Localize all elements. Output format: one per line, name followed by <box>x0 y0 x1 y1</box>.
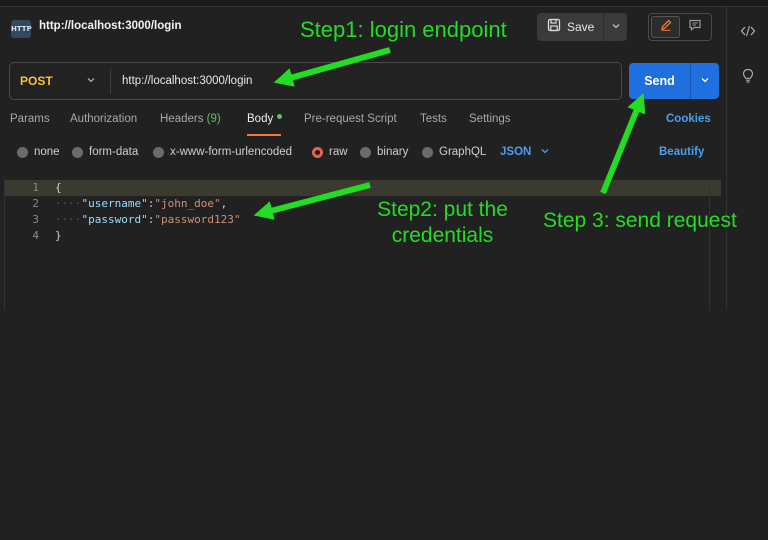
line-number: 2 <box>32 197 39 210</box>
headers-count: (9) <box>206 113 221 125</box>
tab-body[interactable]: Body <box>247 113 283 135</box>
view-mode-toggle <box>648 13 712 41</box>
floppy-disk-icon <box>547 18 561 37</box>
editor-scrollbar[interactable] <box>709 178 710 310</box>
annotation-step3: Step 3: send request <box>543 209 737 232</box>
cookies-link[interactable]: Cookies <box>666 113 711 125</box>
tab-params[interactable]: Params <box>10 113 50 135</box>
line-number: 1 <box>32 181 39 194</box>
code-icon[interactable] <box>727 25 768 40</box>
code-text: { <box>55 181 62 194</box>
tab-pre-request-script[interactable]: Pre-request Script <box>304 113 397 135</box>
comment-mode-button[interactable] <box>680 16 709 38</box>
request-tabs: Params Authorization Headers (9) Body Pr… <box>0 113 726 137</box>
radio-label: binary <box>377 146 409 158</box>
line-number: 3 <box>32 213 39 226</box>
save-label: Save <box>567 20 595 34</box>
radio-raw[interactable]: raw <box>312 146 348 158</box>
send-button[interactable]: Send <box>629 63 691 99</box>
radio-circle <box>422 146 433 158</box>
radio-label: form-data <box>89 146 139 158</box>
tab-headers[interactable]: Headers (9) <box>160 113 221 135</box>
radio-graphql[interactable]: GraphQL <box>422 146 486 158</box>
body-mode-radio-group: none form-data x-www-form-urlencoded raw… <box>0 146 726 166</box>
chevron-down-icon[interactable] <box>604 21 627 34</box>
url-divider <box>110 69 111 94</box>
code-line: 1 { <box>5 180 721 196</box>
code-text: ····"username":"john_doe", <box>55 197 228 210</box>
radio-circle-checked <box>312 146 323 158</box>
url-input[interactable] <box>122 72 602 90</box>
save-button[interactable]: Save <box>537 13 604 41</box>
radio-label: x-www-form-urlencoded <box>170 146 293 158</box>
radio-none[interactable]: none <box>17 146 60 158</box>
radio-label: GraphQL <box>439 146 487 158</box>
line-number: 4 <box>32 229 39 242</box>
beautify-button[interactable]: Beautify <box>659 146 704 158</box>
tab-settings[interactable]: Settings <box>469 113 511 135</box>
save-button-group: Save <box>537 13 627 41</box>
radio-label: none <box>34 146 60 158</box>
radio-circle <box>17 146 28 158</box>
json-key: "password" <box>81 213 148 226</box>
annotation-step2: Step2: put the credentials <box>377 198 508 247</box>
pencil-icon <box>659 18 673 37</box>
radio-circle <box>72 146 83 158</box>
radio-binary[interactable]: binary <box>360 146 408 158</box>
chevron-down-icon[interactable] <box>86 63 96 99</box>
json-trail: , <box>220 197 228 210</box>
body-modified-dot <box>277 114 283 120</box>
annotation-step1: Step1: login endpoint <box>300 17 507 42</box>
radio-circle <box>153 146 164 158</box>
http-request-icon: HTTP <box>11 20 32 38</box>
active-tab-underline <box>247 134 281 136</box>
radio-form-data[interactable]: form-data <box>72 146 138 158</box>
url-bar: POST <box>9 62 622 100</box>
edit-mode-button[interactable] <box>651 16 680 38</box>
tab-tests[interactable]: Tests <box>420 113 447 135</box>
radio-label: raw <box>329 146 348 158</box>
tab-body-label: Body <box>247 113 274 125</box>
radio-x-www-form-urlencoded[interactable]: x-www-form-urlencoded <box>153 146 292 158</box>
json-value: "password123" <box>154 213 241 226</box>
language-select[interactable]: JSON <box>500 146 531 158</box>
comment-icon <box>688 18 702 37</box>
lightbulb-icon[interactable] <box>727 68 768 87</box>
json-key: "username" <box>81 197 148 210</box>
chevron-down-icon[interactable] <box>691 75 719 88</box>
tab-headers-label: Headers <box>160 113 204 125</box>
method-select[interactable]: POST <box>20 63 53 105</box>
code-text: ····"password":"password123" <box>55 213 241 226</box>
code-text: } <box>55 229 62 242</box>
tab-authorization[interactable]: Authorization <box>70 113 137 135</box>
request-editor-area: HTTP http://localhost:3000/login Save PO… <box>0 0 726 310</box>
request-title[interactable]: http://localhost:3000/login <box>39 20 181 32</box>
send-button-group: Send <box>629 63 719 99</box>
chevron-down-icon[interactable] <box>540 146 550 159</box>
right-sidebar <box>726 7 768 310</box>
json-value: "john_doe" <box>154 197 221 210</box>
radio-circle <box>360 146 371 158</box>
request-panel: HTTP http://localhost:3000/login Save PO… <box>0 0 768 310</box>
